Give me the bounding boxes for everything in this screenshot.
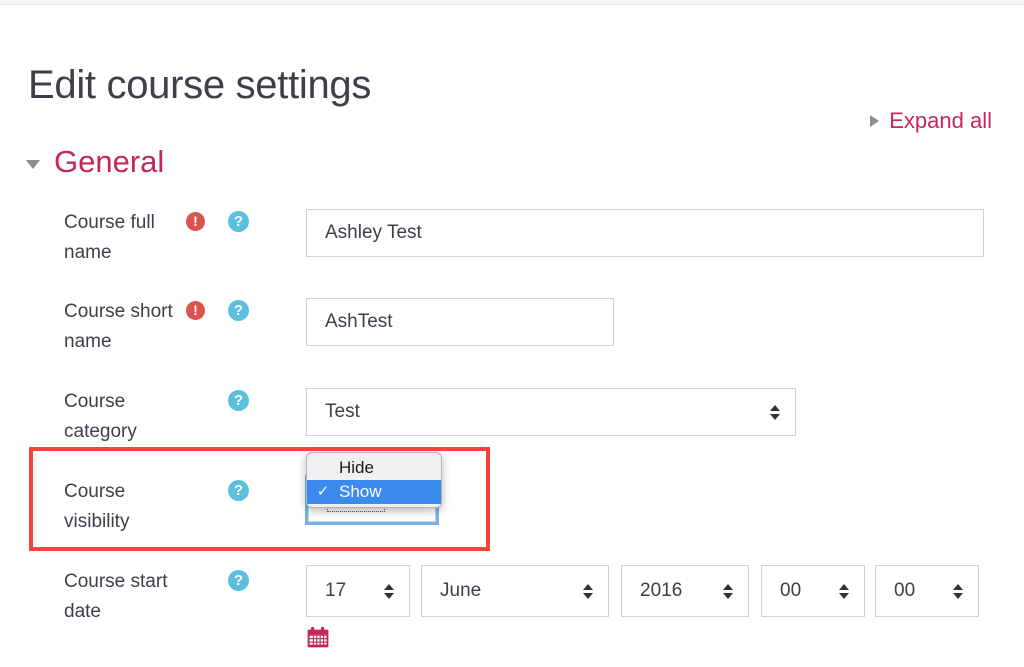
course-start-minute-value: 00 [894,580,916,601]
course-visibility-dropdown-menu[interactable]: Hide ✓ Show [306,452,442,508]
help-icon[interactable]: ? [228,211,249,232]
required-icon: ! [186,212,205,231]
stepper-arrows-icon [583,583,594,599]
course-category-select[interactable]: Test [306,388,796,436]
course-start-month-value: June [440,580,482,601]
label-course-visibility: Course visibility [64,481,130,532]
stepper-arrows-icon [770,404,781,420]
field-row-course-full-name: Course full name ! ? [0,200,1024,276]
field-row-course-start-date: Course start date ? 17 June 2016 00 00 [0,559,1024,659]
course-start-year-select[interactable]: 2016 [621,565,749,617]
course-start-hour-value: 00 [780,580,802,601]
window-top-edge [0,0,1024,5]
caret-down-icon [26,159,40,169]
course-start-minute-select[interactable]: 00 [875,565,979,617]
course-full-name-input[interactable] [306,209,984,257]
course-start-day-value: 17 [325,580,347,601]
stepper-arrows-icon [953,583,964,599]
page-title: Edit course settings [28,62,372,107]
expand-all-label: Expand all [889,108,992,133]
stepper-arrows-icon [839,583,850,599]
section-general-header[interactable]: General [26,144,164,180]
caret-right-icon [870,115,880,127]
help-icon[interactable]: ? [228,390,249,411]
field-row-course-category: Course category ? Test [0,379,1024,455]
help-icon[interactable]: ? [228,480,249,501]
stepper-arrows-icon [723,583,734,599]
field-row-course-short-name: Course short name ! ? [0,289,1024,365]
expand-all-link[interactable]: Expand all [870,108,992,134]
stepper-arrows-icon [384,583,395,599]
label-course-full-name: Course full name [64,212,155,263]
calendar-icon[interactable] [307,627,329,648]
help-icon[interactable]: ? [228,570,249,591]
section-general-title: General [54,144,165,179]
dropdown-option-label: Show [339,482,382,501]
field-row-course-visibility: Course visibility ? Show [0,469,1024,545]
course-short-name-input[interactable] [306,298,614,346]
dropdown-option-label: Hide [339,458,374,477]
course-start-day-select[interactable]: 17 [306,565,410,617]
dropdown-option-check: ✓ [316,483,330,500]
required-icon: ! [186,301,205,320]
label-course-category: Course category [64,391,137,442]
dropdown-option-show[interactable]: ✓ Show [307,480,441,504]
course-category-value: Test [325,401,360,422]
course-start-year-value: 2016 [640,580,683,601]
course-start-hour-select[interactable]: 00 [761,565,865,617]
dropdown-option-hide[interactable]: Hide [307,456,441,480]
course-start-month-select[interactable]: June [421,565,609,617]
label-course-start-date: Course start date [64,571,168,622]
label-course-short-name: Course short name [64,301,173,352]
edit-course-settings-page: Edit course settings Expand all General … [0,6,1024,667]
help-icon[interactable]: ? [228,300,249,321]
